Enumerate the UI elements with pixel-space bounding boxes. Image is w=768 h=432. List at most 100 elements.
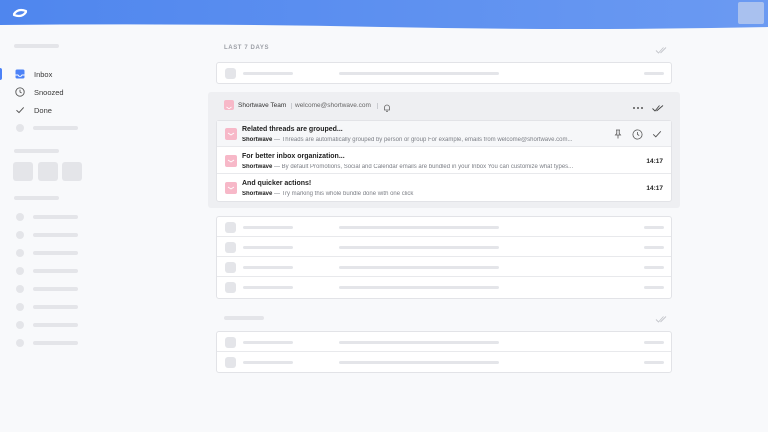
thread-row[interactable]: And quicker actions! Shortwave — Try mar… <box>217 175 671 201</box>
thread-placeholder-card <box>216 62 672 84</box>
thread-row[interactable]: Related threads are grouped... Shortwave… <box>217 121 671 147</box>
placeholder-text <box>243 72 293 75</box>
shortwave-logo-icon[interactable] <box>12 6 28 20</box>
placeholder-text <box>644 341 664 344</box>
placeholder-text <box>644 361 664 364</box>
inbox-icon <box>14 68 26 80</box>
mark-all-done-icon[interactable] <box>655 312 667 324</box>
divider <box>291 103 292 109</box>
bell-icon[interactable] <box>382 100 392 112</box>
placeholder-text <box>339 361 499 364</box>
placeholder-text <box>339 266 499 269</box>
divider <box>377 103 378 109</box>
sidebar-item-done[interactable]: Done <box>0 101 200 119</box>
sidebar-tile-placeholder <box>38 162 58 181</box>
bundle-email: welcome@shortwave.com <box>295 102 371 109</box>
sidebar-title-placeholder <box>14 44 59 48</box>
sidebar-item-placeholder <box>33 287 78 291</box>
check-icon <box>14 104 26 116</box>
sidebar-item-placeholder-icon <box>16 124 24 132</box>
sidebar-item-label: Snoozed <box>34 87 64 97</box>
sidebar-item-placeholder <box>33 215 78 219</box>
app-header <box>0 0 768 32</box>
sidebar-item-placeholder-icon <box>16 213 24 221</box>
table-row <box>217 217 671 237</box>
thread-snippet: Shortwave — Try marking this whole bundl… <box>242 191 612 197</box>
bundle-thread-list: Related threads are grouped... Shortwave… <box>216 120 672 202</box>
mark-bundle-done-icon[interactable] <box>652 100 664 112</box>
placeholder-text <box>243 341 293 344</box>
bundle-envelope-icon <box>224 100 234 110</box>
placeholder-text <box>243 266 293 269</box>
snooze-clock-icon[interactable] <box>631 128 643 140</box>
sidebar-item-placeholder <box>33 323 78 327</box>
sidebar-item-placeholder-icon <box>16 339 24 347</box>
placeholder-avatar <box>225 357 236 368</box>
envelope-icon <box>225 155 237 167</box>
sidebar-item-placeholder-icon <box>16 267 24 275</box>
placeholder-text <box>644 286 664 289</box>
placeholder-text <box>339 341 499 344</box>
placeholder-avatar <box>225 222 236 233</box>
thread-row[interactable]: For better inbox organization... Shortwa… <box>217 148 671 174</box>
thread-from: Shortwave <box>242 190 273 197</box>
placeholder-text <box>644 246 664 249</box>
placeholder-text <box>339 226 499 229</box>
thread-subject: And quicker actions! <box>242 180 312 187</box>
envelope-icon <box>225 182 237 194</box>
placeholder-text <box>243 246 293 249</box>
thread-snippet-text: — Try marking this whole bundle done wit… <box>272 190 414 197</box>
table-row <box>217 277 671 297</box>
placeholder-text <box>339 246 499 249</box>
sidebar-item-placeholder-icon <box>16 303 24 311</box>
table-row <box>217 332 671 352</box>
thread-snippet-text: — Threads are automatically grouped by p… <box>272 136 573 143</box>
placeholder-text <box>644 266 664 269</box>
thread-subject: Related threads are grouped... <box>242 126 343 133</box>
table-row <box>217 352 671 372</box>
placeholder-text <box>644 72 664 75</box>
thread-time: 14:17 <box>646 185 663 192</box>
sidebar: Inbox Snoozed Done <box>0 32 200 432</box>
table-row <box>217 237 671 257</box>
sidebar-item-placeholder <box>33 305 78 309</box>
placeholder-text <box>243 226 293 229</box>
sidebar-item-placeholder-icon <box>16 285 24 293</box>
section-label-placeholder <box>224 316 264 320</box>
envelope-icon <box>225 128 237 140</box>
sidebar-section-placeholder <box>14 149 59 153</box>
placeholder-text <box>644 226 664 229</box>
sidebar-item-placeholder <box>33 269 78 273</box>
placeholder-text <box>339 286 499 289</box>
placeholder-avatar <box>225 282 236 293</box>
section-label: LAST 7 DAYS <box>224 45 270 51</box>
sidebar-item-snoozed[interactable]: Snoozed <box>0 83 200 101</box>
avatar[interactable] <box>738 2 764 24</box>
sidebar-item-placeholder <box>33 341 78 345</box>
thread-time: 14:17 <box>646 158 663 165</box>
mark-all-done-icon[interactable] <box>655 43 667 55</box>
thread-snippet: Shortwave — Threads are automatically gr… <box>242 137 578 143</box>
placeholder-avatar <box>225 262 236 273</box>
thread-from: Shortwave <box>242 136 273 143</box>
thread-placeholder-card <box>216 216 672 299</box>
sidebar-item-label: Inbox <box>34 69 53 79</box>
sidebar-item-placeholder-icon <box>16 231 24 239</box>
sidebar-section-placeholder <box>14 196 59 200</box>
sidebar-item-label: Done <box>34 105 52 115</box>
thread-from: Shortwave <box>242 163 273 170</box>
more-options-icon[interactable] <box>632 100 644 110</box>
thread-subject: For better inbox organization... <box>242 153 345 160</box>
pin-icon[interactable] <box>612 128 624 140</box>
thread-snippet: Shortwave — By default Promotions, Socia… <box>242 164 612 170</box>
sidebar-tile-placeholder <box>62 162 82 181</box>
sidebar-item-placeholder <box>33 126 78 130</box>
table-row <box>217 63 671 83</box>
table-row <box>217 257 671 277</box>
mark-done-icon[interactable] <box>651 128 663 140</box>
sidebar-item-placeholder-icon <box>16 321 24 329</box>
bundle-card[interactable]: Shortwave Team welcome@shortwave.com Rel… <box>208 92 680 208</box>
sidebar-item-inbox[interactable]: Inbox <box>0 65 200 83</box>
sidebar-item-placeholder <box>33 251 78 255</box>
sidebar-item-placeholder <box>33 233 78 237</box>
